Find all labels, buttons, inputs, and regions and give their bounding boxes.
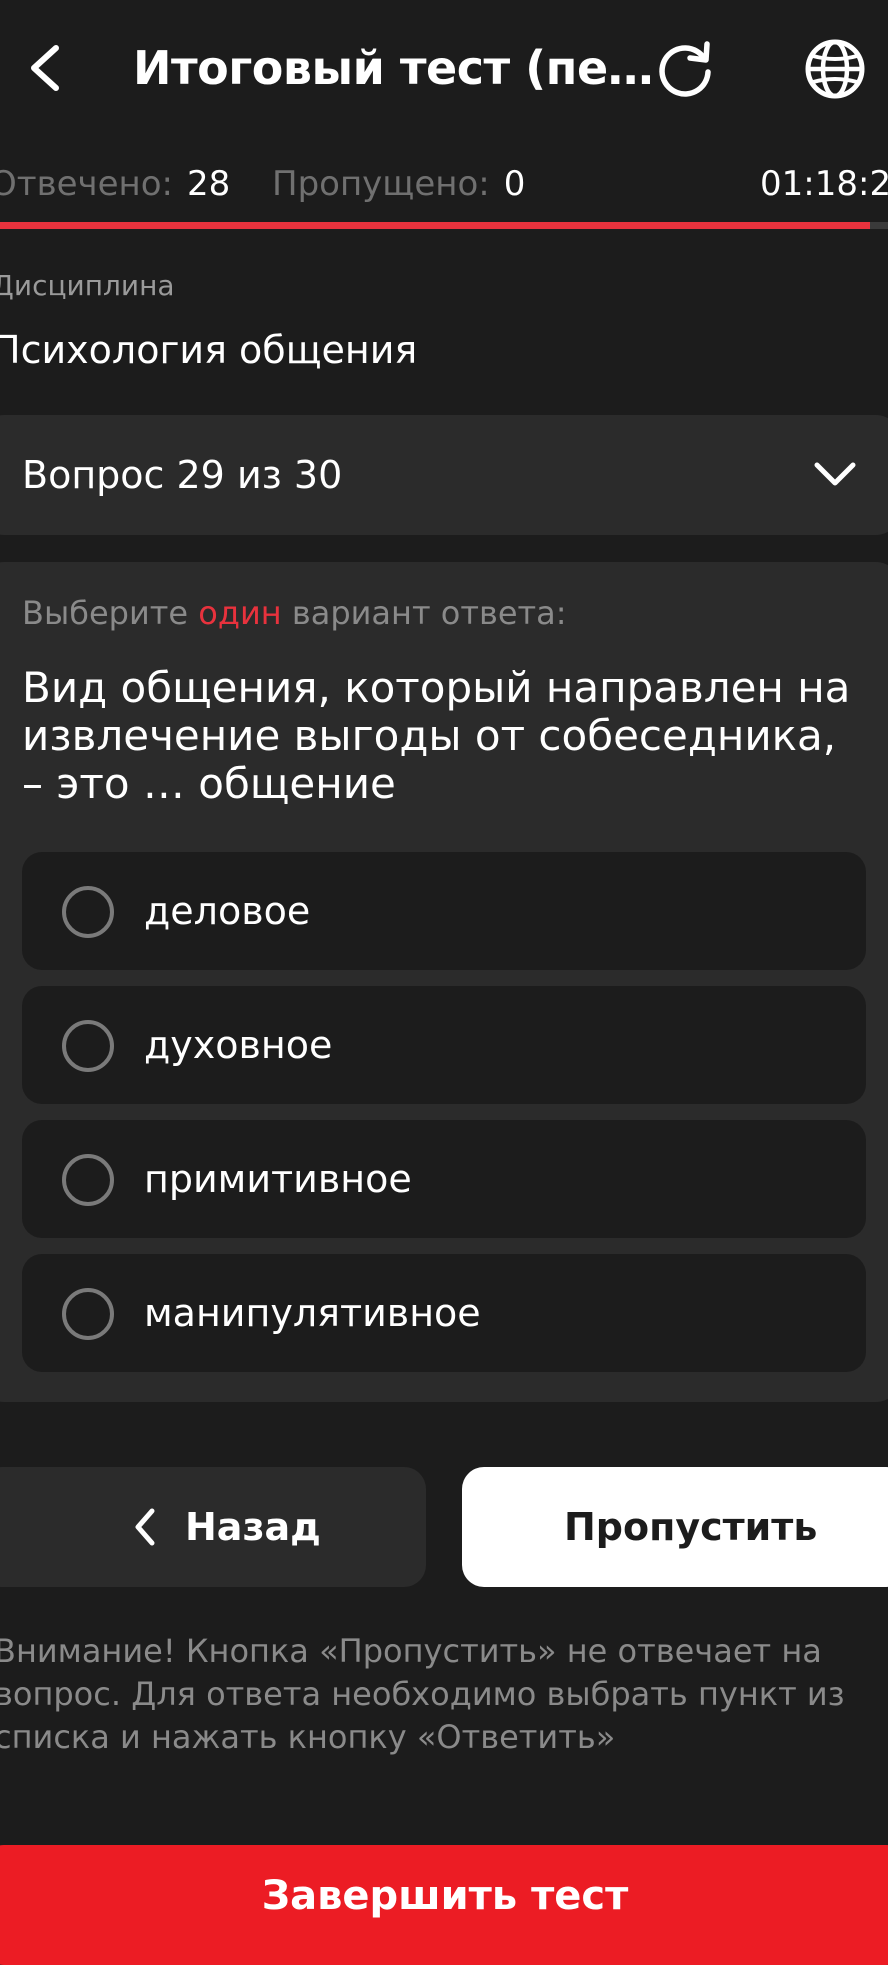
question-card: Выберите один вариант ответа: Вид общени… xyxy=(0,562,888,1402)
answer-option[interactable]: деловое xyxy=(22,852,866,970)
radio-button[interactable] xyxy=(62,1020,114,1072)
skip-button-label: Пропустить xyxy=(564,1505,818,1549)
skipped-label: Пропущено: xyxy=(272,164,490,204)
page-title: Итоговый тест (пе… xyxy=(133,41,654,95)
answered-stat: Отвечено: 28 xyxy=(0,162,230,206)
question-select-label: Вопрос 29 из 30 xyxy=(22,453,343,497)
timer: 01:18:20 xyxy=(760,164,888,204)
chevron-left-icon xyxy=(31,45,59,91)
reload-icon xyxy=(659,41,711,97)
back-button[interactable] xyxy=(22,38,72,98)
language-button[interactable] xyxy=(802,36,868,102)
answer-option[interactable]: манипулятивное xyxy=(22,1254,866,1372)
back-nav-label: Назад xyxy=(185,1505,321,1549)
answer-option[interactable]: духовное xyxy=(22,986,866,1104)
chevron-down-icon xyxy=(814,462,856,486)
instruction-text-before: Выберите xyxy=(22,594,189,632)
answered-label: Отвечено: xyxy=(0,164,174,204)
discipline-name: Психология общения xyxy=(0,328,418,372)
finish-test-label: Завершить тест xyxy=(261,1873,629,1919)
answered-value: 28 xyxy=(187,164,231,204)
question-select[interactable]: Вопрос 29 из 30 xyxy=(0,415,888,535)
globe-icon xyxy=(805,39,865,99)
question-text: Вид общения, который направлен на извлеч… xyxy=(22,663,851,808)
radio-button[interactable] xyxy=(62,886,114,938)
radio-button[interactable] xyxy=(62,1288,114,1340)
answer-option[interactable]: примитивное xyxy=(22,1120,866,1238)
chevron-left-icon xyxy=(135,1508,155,1546)
skip-button[interactable]: Пропустить xyxy=(462,1467,888,1587)
skipped-value: 0 xyxy=(503,164,526,204)
instruction-text-after: вариант ответа: xyxy=(291,594,567,632)
back-nav-button[interactable]: Назад xyxy=(0,1467,426,1587)
skip-notice: Внимание! Кнопка «Пропустить» не отвечае… xyxy=(0,1632,845,1756)
discipline-label: Дисциплина xyxy=(0,269,175,302)
reload-button[interactable] xyxy=(652,36,718,102)
answer-option-label: деловое xyxy=(144,889,311,933)
progress-bar xyxy=(0,222,888,229)
finish-test-button[interactable]: Завершить тест xyxy=(0,1845,888,1965)
question-instruction: Выберите один вариант ответа: xyxy=(22,592,567,634)
answer-option-label: духовное xyxy=(144,1023,333,1067)
radio-button[interactable] xyxy=(62,1154,114,1206)
skipped-stat: Пропущено: 0 xyxy=(272,162,525,206)
progress-bar-fill xyxy=(0,222,871,229)
answer-option-label: примитивное xyxy=(144,1157,412,1201)
instruction-highlight: один xyxy=(198,594,282,632)
answer-option-label: манипулятивное xyxy=(144,1291,481,1335)
